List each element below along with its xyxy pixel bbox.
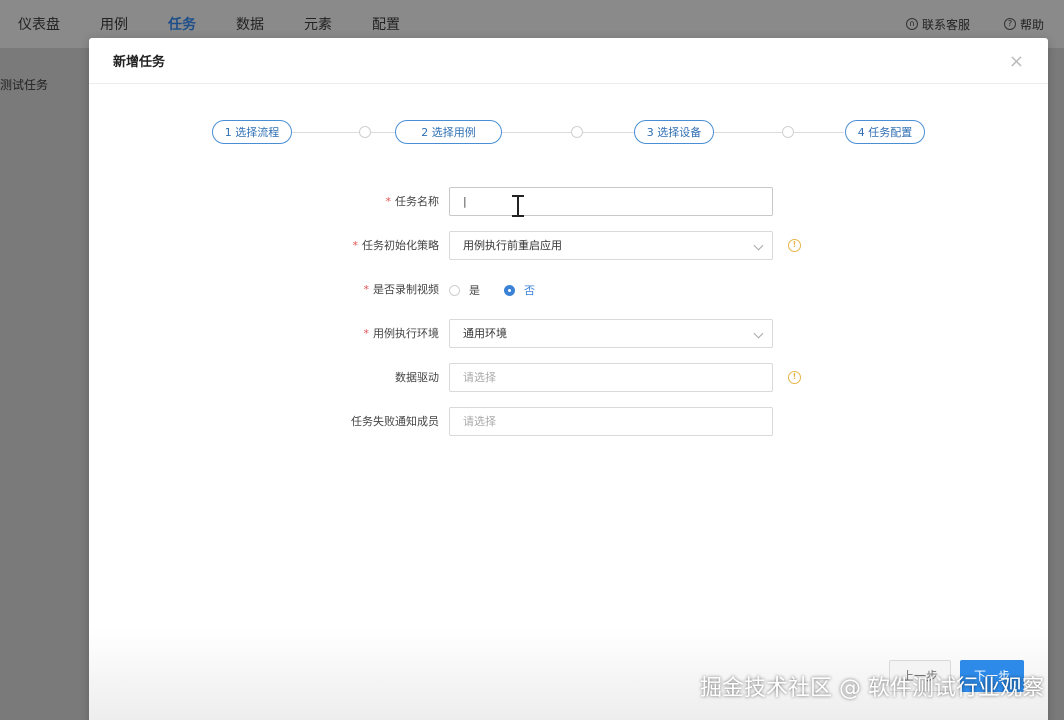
text-cursor-icon — [512, 195, 524, 217]
headset-icon: ∩ — [905, 18, 918, 30]
support-link[interactable]: ∩ 联系客服 — [905, 16, 970, 33]
help-label: 帮助 — [1019, 17, 1044, 32]
form-row-exec-env: * 用例执行环境 通用环境 — [89, 319, 1048, 349]
init-strategy-select[interactable]: 用例执行前重启应用 — [449, 231, 773, 260]
nav-config[interactable]: 配置 — [372, 14, 400, 34]
new-task-dialog: 新增任务 × 1 选择流程 2 选择用例 3 选择设备 4 任务配置 * 任务名称… — [89, 38, 1048, 720]
form-row-task-name: * 任务名称 | — [89, 187, 1048, 217]
radio-yes[interactable] — [449, 284, 460, 296]
nav-elements[interactable]: 元素 — [304, 14, 332, 34]
close-icon[interactable]: × — [1009, 51, 1024, 72]
nav-dashboard[interactable]: 仪表盘 — [18, 14, 60, 34]
step-connector-dot — [571, 126, 583, 138]
record-video-radio-group: 是 否 — [449, 275, 559, 305]
support-label: 联系客服 — [921, 17, 970, 32]
form-row-init-strategy: * 任务初始化策略 用例执行前重启应用 ! — [89, 231, 1048, 261]
notify-members-label: 任务失败通知成员 — [351, 415, 439, 428]
task-name-input[interactable]: | — [449, 187, 773, 216]
radio-no-label[interactable]: 否 — [524, 282, 535, 298]
form-row-data-driven: 数据驱动 请选择 ! — [89, 363, 1048, 393]
question-icon: ? — [1003, 18, 1016, 30]
chevron-down-icon — [753, 240, 764, 251]
step-connector-dot — [359, 126, 371, 138]
init-strategy-label: * 任务初始化策略 — [352, 239, 440, 252]
step-connector-dot — [782, 126, 794, 138]
exec-env-label: * 用例执行环境 — [363, 327, 440, 340]
step-4-task-config[interactable]: 4 任务配置 — [845, 120, 925, 144]
form-row-notify-members: 任务失败通知成员 请选择 — [89, 407, 1048, 437]
nav-data[interactable]: 数据 — [236, 14, 264, 34]
step-2-select-testcase[interactable]: 2 选择用例 — [395, 120, 502, 144]
data-driven-label: 数据驱动 — [395, 371, 439, 384]
help-link[interactable]: ? 帮助 — [1003, 16, 1044, 33]
nav-tasks[interactable]: 任务 — [168, 14, 196, 34]
radio-yes-label[interactable]: 是 — [469, 282, 480, 298]
step-3-select-device[interactable]: 3 选择设备 — [634, 120, 714, 144]
info-icon[interactable]: ! — [788, 371, 801, 384]
radio-no[interactable] — [504, 284, 515, 296]
sidebar-item-test-tasks[interactable]: 测试任务 — [0, 76, 48, 93]
record-video-label: * 是否录制视频 — [363, 283, 440, 296]
nav-testcases[interactable]: 用例 — [100, 14, 128, 34]
task-name-label: * 任务名称 — [385, 195, 440, 208]
dialog-header: 新增任务 — [89, 38, 1048, 84]
form-row-record-video: * 是否录制视频 是 否 — [89, 275, 1048, 305]
step-1-select-flow[interactable]: 1 选择流程 — [212, 120, 292, 144]
watermark-text: 掘金技术社区 @ 软件测试行业观察 — [700, 676, 1044, 701]
exec-env-select[interactable]: 通用环境 — [449, 319, 773, 348]
data-driven-select[interactable]: 请选择 — [449, 363, 773, 392]
step-indicator: 1 选择流程 2 选择用例 3 选择设备 4 任务配置 — [212, 120, 925, 144]
info-icon[interactable]: ! — [788, 239, 801, 252]
chevron-down-icon — [753, 328, 764, 339]
dialog-title: 新增任务 — [113, 55, 166, 70]
notify-members-select[interactable]: 请选择 — [449, 407, 773, 436]
